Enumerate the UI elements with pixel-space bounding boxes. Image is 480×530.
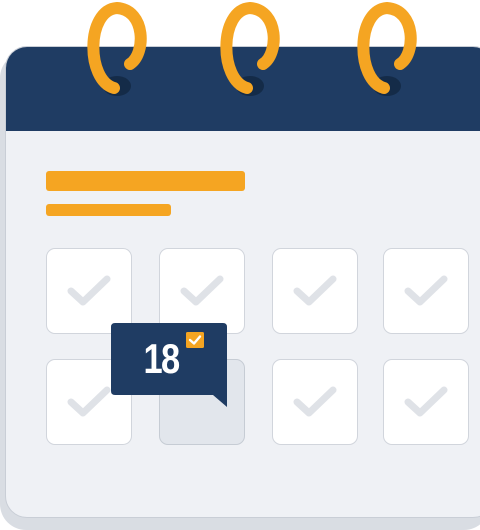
- checkmark-icon: [292, 385, 338, 419]
- checkmark-icon: [66, 385, 112, 419]
- checkmark-icon: [179, 274, 225, 308]
- ring-icon: [80, 0, 154, 110]
- day-cell: [272, 248, 358, 334]
- ring-icon: [350, 0, 424, 110]
- checkbox-checked-icon: [186, 332, 204, 348]
- day-cell: [383, 359, 469, 445]
- checkmark-icon: [403, 274, 449, 308]
- badge-day-number: 18: [143, 335, 180, 382]
- checkmark-icon: [292, 274, 338, 308]
- checkmark-icon: [66, 274, 112, 308]
- day-cell: [383, 248, 469, 334]
- day-cell: [46, 248, 132, 334]
- date-badge: 18: [111, 323, 227, 407]
- calendar-illustration: [5, 46, 480, 518]
- day-cell: [159, 248, 245, 334]
- ring-icon: [213, 0, 287, 110]
- day-cell: [272, 359, 358, 445]
- title-placeholder-bar: [46, 171, 245, 191]
- checkmark-icon: [403, 385, 449, 419]
- subtitle-placeholder-bar: [46, 204, 171, 216]
